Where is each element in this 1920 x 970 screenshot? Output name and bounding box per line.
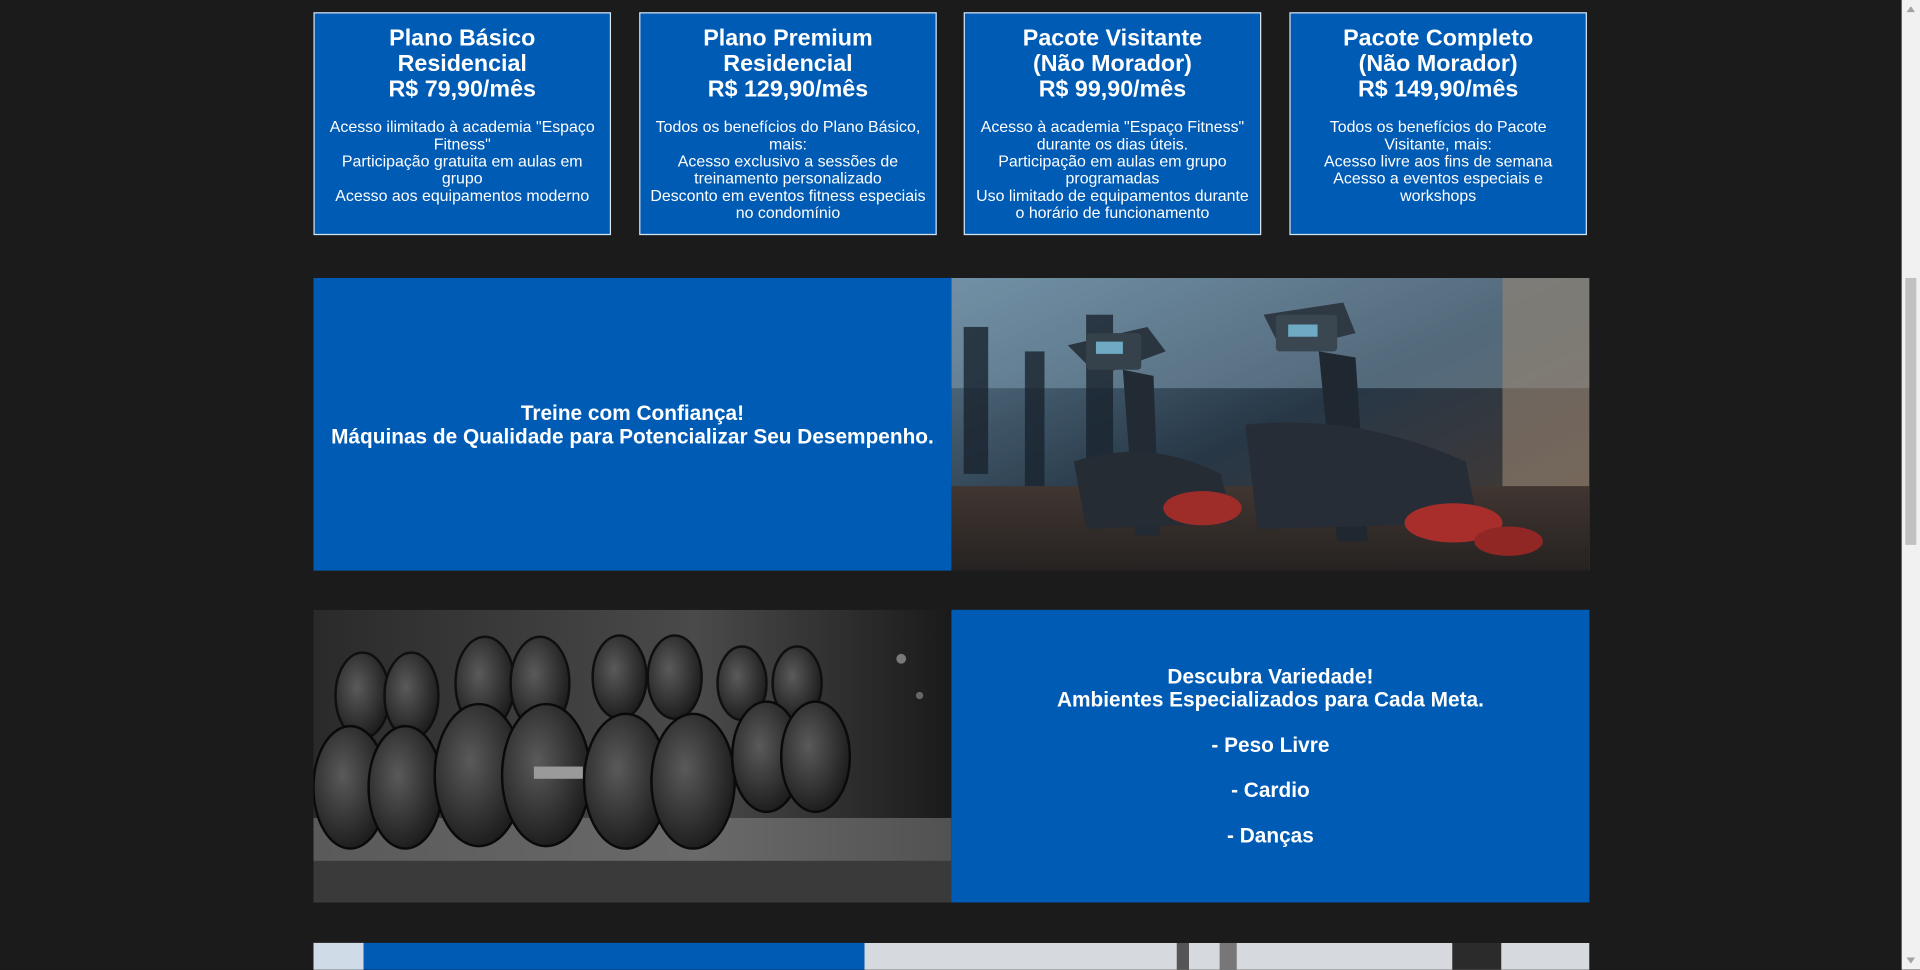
vertical-scrollbar[interactable] [1901,0,1920,970]
plan-feature: Acesso livre aos fins de semana [1324,151,1553,171]
plan-features: Todos os benefícios do Pacote Visitante,… [1298,117,1578,205]
pricing-plans: Plano Básico Residencial R$ 79,90/mês Ac… [313,12,1589,237]
page-viewport: Plano Básico Residencial R$ 79,90/mês Ac… [0,0,1920,970]
plan-feature: Acesso à academia "Espaço Fitness" duran… [980,117,1245,154]
variety-banner: Descubra Variedade! Ambientes Especializ… [313,609,1590,903]
next-section-photo [864,942,1590,970]
plan-price: R$ 79,90/mês [388,77,536,103]
plan-price: R$ 99,90/mês [1038,77,1187,103]
next-section-partial [313,942,1590,970]
plan-card-pacote-visitante[interactable]: Pacote Visitante (Não Morador) R$ 99,90/… [963,12,1262,236]
plan-features: Todos os benefícios do Plano Básico, mai… [648,117,928,222]
banner-headline: Treine com Confiança! [520,401,745,425]
triangle-down-icon [1906,957,1916,964]
plan-feature: Acesso ilimitado à academia "Espaço Fitn… [329,117,595,154]
exercise-bikes-photo [951,277,1590,571]
scroll-down-button[interactable] [1902,951,1920,969]
plan-title: Plano Premium Residencial [703,25,873,78]
plan-card-premium-residencial[interactable]: Plano Premium Residencial R$ 129,90/mês … [639,12,937,236]
next-section-text-panel [363,942,865,970]
plan-feature: Desconto em eventos fitness especiais no… [650,186,926,222]
plan-card-pacote-completo[interactable]: Pacote Completo (Não Morador) R$ 149,90/… [1289,12,1587,236]
plan-feature: Participação gratuita em aulas em grupo [341,151,583,188]
plan-feature: Todos os benefícios do Pacote Visitante,… [1329,117,1547,154]
plan-card-basico-residencial[interactable]: Plano Básico Residencial R$ 79,90/mês Ac… [313,12,612,236]
plan-feature: Acesso a eventos especiais e workshops [1333,168,1544,205]
plan-feature: Participação em aulas em grupo programad… [998,151,1227,188]
variety-banner-text: Descubra Variedade! Ambientes Especializ… [951,609,1590,903]
plan-feature: Todos os benefícios do Plano Básico, mai… [655,117,921,154]
specialty-item-dancas: - Danças [1227,824,1314,848]
plan-features: Acesso à academia "Espaço Fitness" duran… [972,117,1252,222]
machines-banner-text: Treine com Confiança! Máquinas de Qualid… [313,277,952,571]
scroll-up-button[interactable] [1902,0,1920,18]
plan-price: R$ 129,90/mês [707,77,869,103]
plan-feature: Uso limitado de equipamentos durante o h… [976,186,1249,222]
banner-subheadline: Ambientes Especializados para Cada Meta. [1056,688,1484,712]
plan-title: Pacote Completo (Não Morador) [1343,25,1534,78]
plan-features: Acesso ilimitado à academia "Espaço Fitn… [322,117,602,205]
plan-title: Pacote Visitante (Não Morador) [1022,25,1203,78]
specialty-item-peso-livre: - Peso Livre [1211,733,1330,757]
banner-headline: Descubra Variedade! [1167,664,1374,689]
specialty-item-cardio: - Cardio [1231,778,1310,803]
banner-subheadline: Máquinas de Qualidade para Potencializar… [331,424,934,448]
machines-banner: Treine com Confiança! Máquinas de Qualid… [313,277,1590,571]
plan-feature: Acesso aos equipamentos moderno [335,186,590,205]
dumbbells-photo [313,609,952,903]
triangle-up-icon [1906,6,1916,13]
plan-title: Plano Básico Residencial [389,25,536,78]
plan-feature: Acesso exclusivo a sessões de treinament… [677,151,899,188]
scrollbar-thumb[interactable] [1905,277,1917,545]
plan-price: R$ 149,90/mês [1357,77,1519,103]
